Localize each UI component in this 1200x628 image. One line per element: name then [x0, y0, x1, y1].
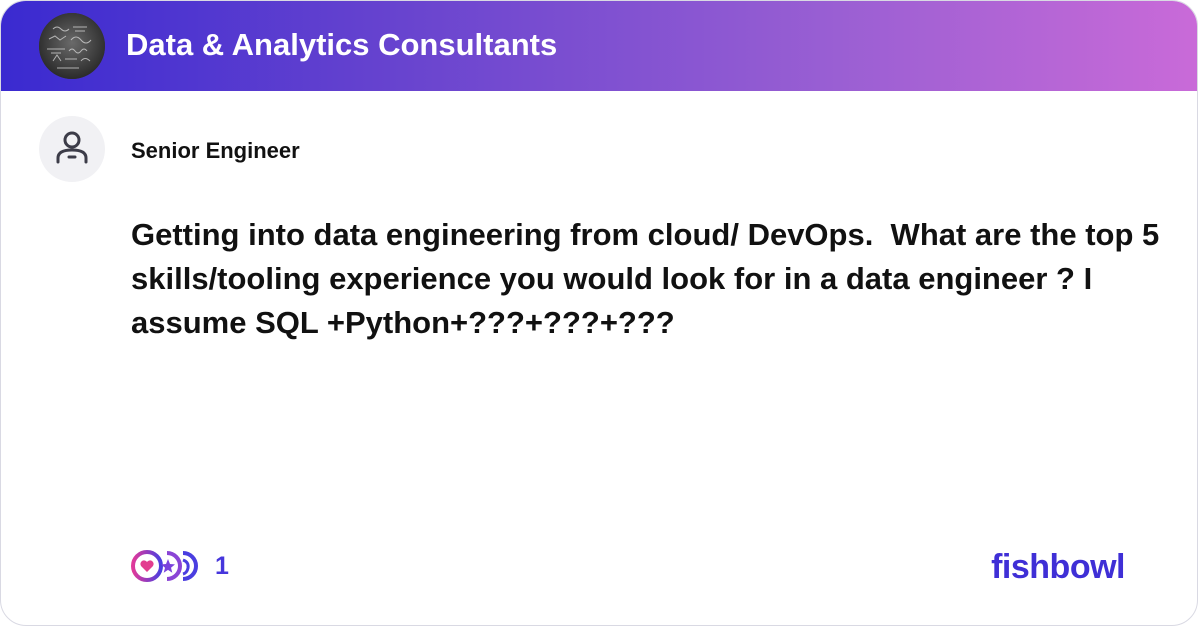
bowl-title[interactable]: Data & Analytics Consultants: [126, 23, 557, 67]
post-card: Data & Analytics Consultants Senior Engi…: [0, 0, 1198, 626]
user-icon: [56, 131, 88, 164]
reactions-summary[interactable]: 1: [131, 549, 229, 583]
bowl-avatar[interactable]: [39, 13, 105, 79]
reaction-count: 1: [215, 551, 229, 580]
heart-reaction-icon: [131, 550, 163, 582]
fishbowl-logo[interactable]: fishbowl: [991, 545, 1125, 589]
reaction-icons: [131, 550, 198, 582]
clap-reaction-icon: [182, 551, 198, 581]
bowl-header: Data & Analytics Consultants: [1, 1, 1197, 91]
post-text: Getting into data engineering from cloud…: [131, 217, 1168, 340]
author-avatar[interactable]: [39, 116, 105, 182]
star-reaction-icon: [161, 551, 182, 581]
author-title[interactable]: Senior Engineer: [131, 137, 300, 165]
chalkboard-icon: [39, 13, 105, 79]
